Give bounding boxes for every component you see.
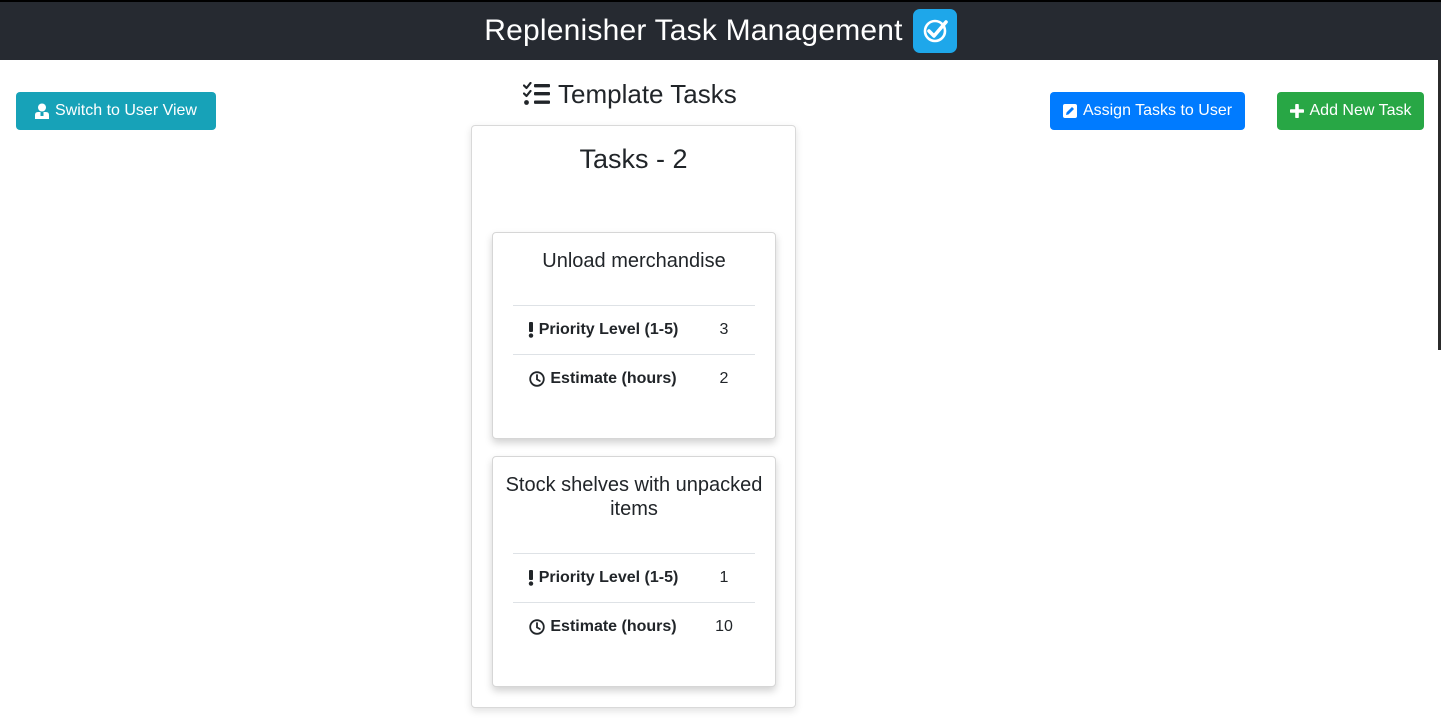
task-card[interactable]: Stock shelves with unpacked items Priori… <box>492 456 776 687</box>
tasks-board: Tasks - 2 Unload merchandise Priority Le… <box>471 125 796 708</box>
edit-icon <box>1062 104 1077 118</box>
task-details: Priority Level (1-5) 1 Estimate (hours) … <box>513 553 755 651</box>
priority-label: Priority Level (1-5) <box>513 321 693 339</box>
exclamation-icon <box>528 322 534 338</box>
assign-tasks-label: Assign Tasks to User <box>1082 102 1233 119</box>
priority-label-text: Priority Level (1-5) <box>538 321 679 338</box>
task-name: Unload merchandise <box>542 250 726 272</box>
priority-value: 1 <box>719 569 729 586</box>
estimate-row: Estimate (hours) 2 <box>513 354 755 403</box>
check-badge-icon <box>912 9 957 53</box>
estimate-value: 2 <box>719 370 729 387</box>
section-title-text: Template Tasks <box>558 78 737 109</box>
priority-label: Priority Level (1-5) <box>513 569 693 587</box>
add-new-task-button[interactable]: Add New Task <box>1277 92 1424 130</box>
app-title: Replenisher Task Management <box>484 14 903 47</box>
clock-icon <box>529 371 546 387</box>
plus-icon <box>1289 104 1304 118</box>
add-new-task-label: Add New Task <box>1309 102 1412 119</box>
section-title: Template Tasks <box>523 76 737 112</box>
clock-icon <box>529 619 546 635</box>
estimate-label: Estimate (hours) <box>513 618 693 636</box>
tasks-list-icon <box>523 82 551 106</box>
estimate-label-text: Estimate (hours) <box>550 618 677 635</box>
priority-label-text: Priority Level (1-5) <box>538 569 679 586</box>
app-header: Replenisher Task Management <box>0 0 1441 60</box>
estimate-value: 10 <box>715 618 733 635</box>
task-details: Priority Level (1-5) 3 Estimate (hours) … <box>513 305 755 403</box>
exclamation-icon <box>528 570 534 586</box>
task-card[interactable]: Unload merchandise Priority Level (1-5) … <box>492 232 776 439</box>
switch-to-user-view-button[interactable]: Switch to User View <box>16 92 216 130</box>
task-name: Stock shelves with unpacked items <box>505 474 763 520</box>
assign-tasks-button[interactable]: Assign Tasks to User <box>1050 92 1245 130</box>
priority-row: Priority Level (1-5) 1 <box>513 553 755 602</box>
user-icon <box>35 103 49 119</box>
priority-row: Priority Level (1-5) 3 <box>513 305 755 354</box>
switch-to-user-view-label: Switch to User View <box>55 102 197 119</box>
estimate-label-text: Estimate (hours) <box>550 370 677 387</box>
board-title: Tasks - 2 <box>579 144 688 174</box>
estimate-label: Estimate (hours) <box>513 370 693 388</box>
priority-value: 3 <box>719 321 729 338</box>
estimate-row: Estimate (hours) 10 <box>513 602 755 651</box>
